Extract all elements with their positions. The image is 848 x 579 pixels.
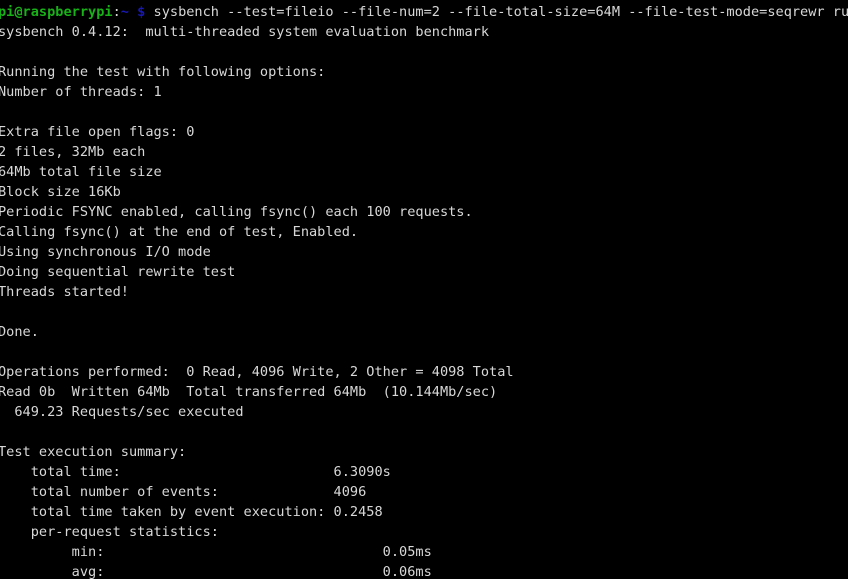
- terminal-output-line: Test execution summary:: [0, 444, 187, 460]
- terminal-output-line: total time: 6.3090s: [0, 464, 391, 480]
- terminal-output-line: Number of threads: 1: [0, 84, 162, 100]
- terminal-output-line: Block size 16Kb: [0, 184, 121, 200]
- terminal-prompt-line: pi@raspberrypi:~ $ sysbench --test=filei…: [0, 2, 848, 22]
- prompt-colon: :: [112, 4, 121, 20]
- terminal-output-line: Read 0b Written 64Mb Total transferred 6…: [0, 384, 498, 400]
- terminal-output-line: total number of events: 4096: [0, 484, 367, 500]
- terminal-output-line: per-request statistics:: [0, 524, 219, 540]
- terminal-output-line: Operations performed: 0 Read, 4096 Write…: [0, 364, 514, 380]
- terminal-output-line: 64Mb total file size: [0, 164, 162, 180]
- terminal-output-line: 2 files, 32Mb each: [0, 144, 146, 160]
- terminal-output-line: Doing sequential rewrite test: [0, 264, 236, 280]
- prompt-user-host: pi@raspberrypi: [0, 4, 113, 20]
- prompt-path: ~: [120, 4, 129, 20]
- terminal-output-line: min: 0.05ms: [0, 544, 432, 560]
- command-input[interactable]: sysbench --test=fileio --file-num=2 --fi…: [145, 4, 848, 20]
- terminal-output-line: Done.: [0, 324, 39, 340]
- terminal-output-line: 649.23 Requests/sec executed: [0, 404, 244, 420]
- terminal-output: sysbench 0.4.12: multi-threaded system e…: [0, 22, 848, 579]
- terminal-output-line: Periodic FSYNC enabled, calling fsync() …: [0, 204, 473, 220]
- terminal-output-line: avg: 0.06ms: [0, 564, 432, 579]
- terminal-screen[interactable]: pi@raspberrypi:~ $ sysbench --test=filei…: [0, 0, 848, 579]
- terminal-output-line: sysbench 0.4.12: multi-threaded system e…: [0, 24, 490, 40]
- terminal-output-line: Extra file open flags: 0: [0, 124, 195, 140]
- terminal-output-line: Threads started!: [0, 284, 129, 300]
- terminal-output-line: total time taken by event execution: 0.2…: [0, 504, 383, 520]
- terminal-output-line: Using synchronous I/O mode: [0, 244, 211, 260]
- terminal-output-line: Calling fsync() at the end of test, Enab…: [0, 224, 359, 240]
- terminal-output-line: Running the test with following options:: [0, 64, 326, 80]
